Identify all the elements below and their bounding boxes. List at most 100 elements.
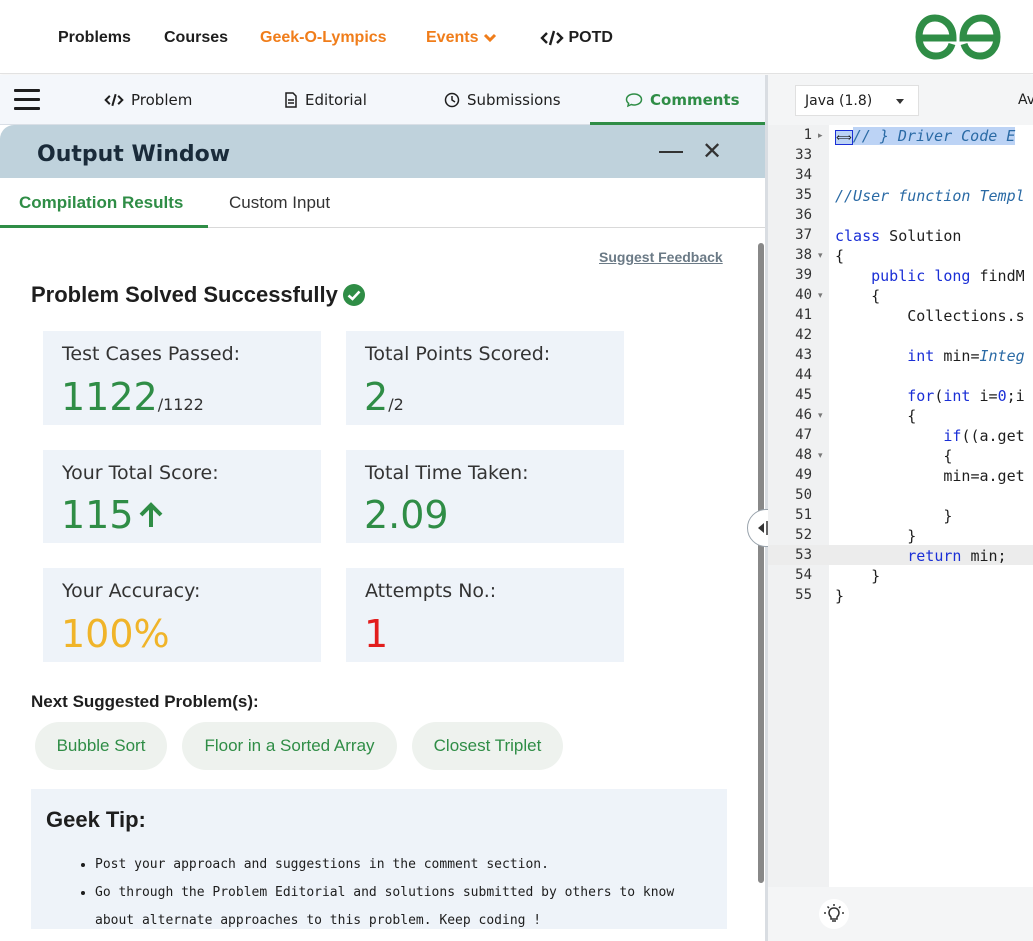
test-cases-value: 1122/1122: [61, 375, 204, 419]
tab-editorial-label: Editorial: [305, 91, 367, 109]
language-select-value: Java (1.8): [805, 92, 873, 109]
tab-editorial[interactable]: Editorial: [284, 75, 367, 125]
line-number: 44: [795, 367, 812, 383]
code-line: {: [835, 247, 845, 265]
points-scored: 2: [364, 375, 389, 419]
code-line: //User function Templ: [835, 187, 1025, 205]
code-line: if((a.get: [943, 427, 1025, 445]
output-window-header: Output Window ✕: [0, 125, 765, 178]
geek-tip-title: Geek Tip:: [46, 807, 146, 832]
left-panel: Problem Editorial Submissions Comments O…: [0, 75, 767, 941]
score-label: Your Total Score:: [62, 462, 219, 484]
card-total-score: Your Total Score: 115: [43, 450, 321, 543]
points-value: 2/2: [364, 375, 404, 419]
tab-comments[interactable]: Comments: [625, 75, 740, 125]
points-label: Total Points Scored:: [365, 343, 551, 365]
fold-expanded-icon[interactable]: ▾: [818, 410, 823, 421]
suggested-problem-closest-triplet[interactable]: Closest Triplet: [412, 722, 563, 770]
line-number: 42: [795, 327, 812, 343]
line-number: 52: [795, 527, 812, 543]
line-number: 40: [795, 287, 812, 303]
code-area[interactable]: ⟺// } Driver Code E //User function Templ…: [829, 125, 1033, 887]
tab-problem-label: Problem: [131, 91, 193, 109]
card-test-cases: Test Cases Passed: 1122/1122: [43, 331, 321, 425]
tab-comments-label: Comments: [650, 91, 740, 109]
nav-events-label: Events: [426, 29, 479, 46]
output-scrollbar[interactable]: [758, 243, 764, 883]
suggest-feedback-link[interactable]: Suggest Feedback: [599, 249, 723, 265]
code-line: {: [835, 287, 881, 305]
nav-courses[interactable]: Courses: [164, 29, 228, 47]
folded-marker-icon[interactable]: ⟺: [835, 130, 853, 145]
tab-compilation-results[interactable]: Compilation Results: [19, 193, 183, 213]
editor-toolbar: Java (1.8) Av: [768, 75, 1033, 125]
code-line: }: [835, 527, 917, 545]
nav-events[interactable]: Events: [426, 29, 497, 47]
line-number: 45: [795, 387, 812, 403]
fold-collapsed-icon[interactable]: ▸: [818, 130, 823, 141]
line-number: 47: [795, 427, 812, 443]
line-number: 51: [795, 507, 812, 523]
line-number: 55: [795, 587, 812, 603]
arrow-up-icon: [139, 502, 162, 527]
card-accuracy: Your Accuracy: 100%: [43, 568, 321, 662]
tab-submissions-label: Submissions: [467, 91, 561, 109]
points-total: /2: [388, 395, 404, 414]
geek-tip-list: Post your approach and suggestions in th…: [95, 851, 720, 935]
editor-footer: [768, 887, 1033, 941]
code-line: int min=Integ: [907, 347, 1025, 365]
tab-problem[interactable]: Problem: [104, 75, 192, 125]
chevron-down-icon: [483, 33, 496, 42]
line-number: 50: [795, 487, 812, 503]
close-icon[interactable]: ✕: [702, 140, 722, 164]
geek-tip-item: Go through the Problem Editorial and sol…: [95, 879, 720, 935]
code-line: min=a.get: [835, 467, 1025, 485]
fold-expanded-icon[interactable]: ▾: [818, 450, 823, 461]
next-suggested-title: Next Suggested Problem(s):: [31, 692, 259, 711]
test-cases-label: Test Cases Passed:: [62, 343, 241, 365]
nav-problems[interactable]: Problems: [58, 29, 131, 47]
fold-expanded-icon[interactable]: ▾: [818, 250, 823, 261]
code-line: return min;: [907, 547, 1007, 565]
geek-tip-box: Geek Tip: Post your approach and suggest…: [31, 789, 727, 929]
line-number: 43: [795, 347, 812, 363]
line-number: 35: [795, 187, 812, 203]
menu-icon[interactable]: [14, 89, 40, 111]
tab-submissions[interactable]: Submissions: [444, 75, 561, 125]
nav-potd-label: POTD: [568, 29, 613, 46]
editor-toolbar-truncated-label: Av: [1018, 92, 1033, 108]
line-number: 39: [795, 267, 812, 283]
line-number: 37: [795, 227, 812, 243]
accuracy-label: Your Accuracy:: [62, 580, 201, 602]
clock-icon: [444, 92, 460, 108]
nav-potd[interactable]: POTD: [540, 29, 613, 47]
line-number: 33: [795, 147, 812, 163]
language-select[interactable]: Java (1.8): [795, 85, 919, 116]
solved-heading: Problem Solved Successfully: [31, 282, 366, 308]
tab-custom-input[interactable]: Custom Input: [229, 193, 330, 213]
test-cases-total: /1122: [157, 395, 204, 414]
line-number: 34: [795, 167, 812, 183]
output-sub-tabs: Compilation Results Custom Input: [0, 178, 765, 228]
code-line: {: [835, 407, 917, 425]
test-cases-passed: 1122: [61, 375, 158, 419]
accuracy-value: 100%: [61, 612, 170, 656]
time-value: 2.09: [364, 493, 449, 537]
line-number: 36: [795, 207, 812, 223]
code-icon: [104, 93, 124, 107]
line-number: 38: [795, 247, 812, 263]
suggested-problem-bubble-sort[interactable]: Bubble Sort: [35, 722, 167, 770]
code-line: }: [835, 507, 953, 525]
gfg-logo-icon[interactable]: [915, 14, 1001, 60]
document-icon: [285, 92, 297, 108]
time-label: Total Time Taken:: [365, 462, 529, 484]
fold-expanded-icon[interactable]: ▾: [818, 290, 823, 301]
top-navbar: Problems Courses Geek-O-Lympics Events P…: [0, 0, 1033, 74]
nav-geek-o-lympics[interactable]: Geek-O-Lympics: [260, 29, 387, 47]
code-line: }: [835, 567, 881, 585]
minimize-icon[interactable]: [659, 151, 683, 153]
sub-tab-indicator: [0, 225, 208, 228]
suggested-problem-floor-sorted-array[interactable]: Floor in a Sorted Array: [182, 722, 397, 770]
code-line: for(int i=0;i: [907, 387, 1025, 405]
lightbulb-icon[interactable]: [819, 899, 849, 929]
